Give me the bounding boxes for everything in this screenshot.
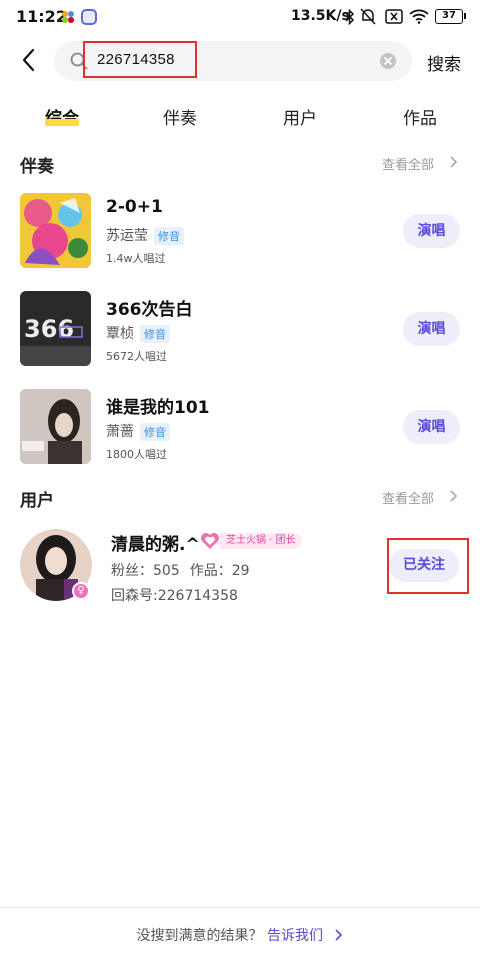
album-cover — [20, 389, 91, 464]
group-badge-label: 芝士火锅 · 团长 — [220, 533, 302, 549]
follow-highlight-box — [387, 538, 469, 594]
tuning-tag: 修音 — [140, 423, 170, 441]
song-artist: 萧蔷 — [106, 424, 134, 440]
app-notification-icon — [62, 11, 74, 23]
search-button[interactable]: 搜索 — [427, 50, 461, 75]
sing-count: 5672人唱过 — [106, 350, 167, 363]
sing-button[interactable]: 演唱 — [403, 312, 460, 346]
sing-button[interactable]: 演唱 — [403, 410, 460, 444]
tab-accompaniment[interactable]: 伴奏 — [163, 104, 197, 129]
chevron-right-icon — [450, 156, 458, 168]
user-name[interactable]: 清晨的粥.^ — [111, 530, 200, 555]
female-icon: ♀ — [72, 582, 90, 600]
clear-icon[interactable] — [380, 53, 396, 69]
back-icon[interactable] — [18, 46, 42, 74]
works-count: 作品：29 — [189, 563, 250, 579]
sing-count: 1800人唱过 — [106, 448, 167, 461]
section-title-users: 用户 — [20, 491, 54, 511]
wifi-icon — [409, 9, 429, 24]
song-artist: 覃桢 — [106, 326, 134, 342]
tab-users[interactable]: 用户 — [283, 104, 317, 129]
list-item[interactable]: 谁是我的101 萧蔷 修音 1800人唱过 演唱 — [0, 389, 480, 469]
song-artist: 苏运莹 — [106, 228, 148, 244]
chevron-right-icon — [335, 929, 343, 941]
bluetooth-icon — [345, 9, 355, 25]
battery-indicator: 37 — [435, 9, 466, 24]
song-title: 2-0+1 — [106, 197, 163, 217]
feedback-prompt: 没搜到满意的结果？ — [136, 928, 263, 944]
sing-button[interactable]: 演唱 — [403, 214, 460, 248]
tab-works[interactable]: 作品 — [403, 104, 437, 129]
user-id: 回森号:226714358 — [111, 588, 238, 604]
section-title-accompaniment: 伴奏 — [20, 157, 54, 177]
song-title: 谁是我的101 — [106, 398, 210, 418]
tuning-tag: 修音 — [154, 227, 184, 245]
svg-text:366: 366 — [24, 315, 74, 343]
sim-off-icon — [385, 9, 403, 24]
search-highlight-box — [83, 41, 197, 78]
feedback-link[interactable]: 告诉我们 — [267, 928, 323, 944]
user-stats: 粉丝：505 作品：29 — [111, 560, 260, 580]
status-bar: 11:22 13.5K/s 37 — [0, 0, 480, 34]
tuning-tag: 修音 — [140, 325, 170, 343]
album-cover: 366 — [20, 291, 91, 366]
status-time: 11:22 — [16, 7, 67, 26]
network-speed: 13.5K/s — [291, 8, 350, 24]
chevron-right-icon — [450, 490, 458, 502]
active-tab-indicator — [45, 119, 79, 126]
song-title: 366次告白 — [106, 300, 193, 320]
mute-bell-icon — [360, 8, 376, 25]
sing-count: 1.4w人唱过 — [106, 252, 166, 265]
fans-count: 粉丝：505 — [111, 563, 180, 579]
view-all-accompaniment[interactable]: 查看全部 — [382, 154, 434, 173]
footer-divider — [0, 907, 480, 908]
list-item[interactable]: 366 366次告白 覃桢 修音 5672人唱过 演唱 — [0, 291, 480, 371]
album-cover — [20, 193, 91, 268]
feedback-footer[interactable]: 没搜到满意的结果？ 告诉我们 — [0, 925, 480, 945]
view-all-users[interactable]: 查看全部 — [382, 488, 434, 507]
app-notification-icon-2 — [81, 9, 97, 25]
list-item[interactable]: 2-0+1 苏运莹 修音 1.4w人唱过 演唱 — [0, 193, 480, 273]
heart-badge-icon — [201, 533, 219, 549]
